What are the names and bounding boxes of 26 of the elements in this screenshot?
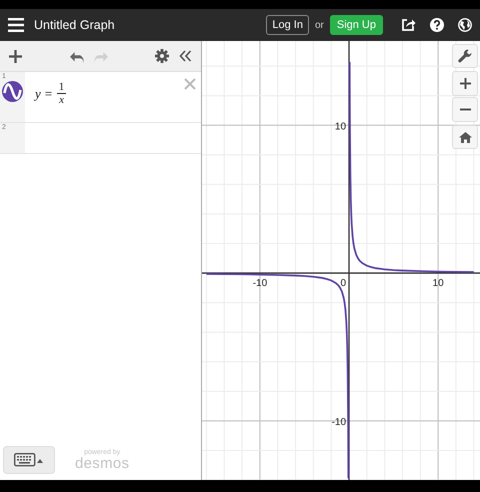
wrench-icon	[458, 49, 472, 63]
collapse-icon[interactable]	[179, 50, 192, 62]
login-button[interactable]: Log In	[266, 15, 309, 35]
tick-label: -10	[252, 278, 268, 290]
tick-label: 10	[432, 278, 444, 290]
menu-icon[interactable]	[8, 18, 24, 32]
zoom-out-button[interactable]	[452, 97, 478, 122]
wave-icon[interactable]	[2, 81, 23, 102]
home-button[interactable]	[452, 125, 478, 149]
wrench-button[interactable]	[452, 44, 478, 68]
plus-icon	[460, 78, 470, 89]
settings-icon[interactable]	[155, 49, 169, 63]
graph-canvas[interactable]: -10 0 10 -10 10	[202, 41, 480, 480]
globe-icon[interactable]	[458, 18, 472, 32]
graph-title[interactable]: Untitled Graph	[34, 18, 115, 32]
tick-label: 10	[334, 121, 346, 132]
help-icon[interactable]	[430, 18, 444, 32]
keyboard-button[interactable]	[3, 446, 55, 474]
share-icon[interactable]	[401, 18, 416, 32]
keyboard-icon	[14, 453, 44, 467]
tick-label: -10	[332, 416, 346, 428]
zoom-in-button[interactable]	[452, 71, 478, 96]
add-icon[interactable]	[9, 50, 22, 62]
home-icon	[458, 132, 472, 142]
or-label: or	[314, 20, 324, 30]
origin-label: 0	[340, 278, 346, 290]
